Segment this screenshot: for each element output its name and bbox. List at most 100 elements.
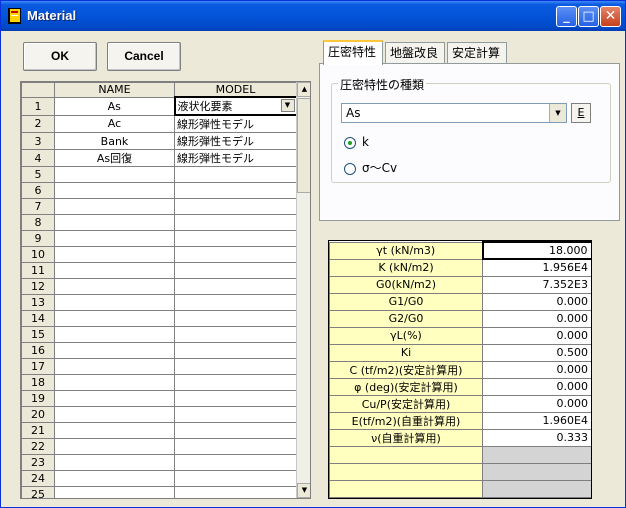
title-bar[interactable]: Material _ □ ✕ <box>1 1 625 31</box>
model-cell[interactable] <box>174 262 297 279</box>
model-cell[interactable] <box>174 278 297 295</box>
table-row[interactable]: 7 <box>21 198 297 215</box>
model-cell[interactable] <box>174 422 297 439</box>
row-number[interactable]: 11 <box>21 262 55 279</box>
model-cell[interactable] <box>174 374 297 391</box>
maximize-button[interactable]: □ <box>578 6 599 27</box>
table-row[interactable]: 24 <box>21 470 297 487</box>
table-row[interactable]: 22 <box>21 438 297 455</box>
row-number[interactable]: 15 <box>21 326 55 343</box>
model-cell[interactable] <box>174 438 297 455</box>
row-number[interactable]: 12 <box>21 278 55 295</box>
property-value[interactable] <box>482 462 591 481</box>
table-row[interactable]: 13 <box>21 294 297 311</box>
model-cell[interactable]: 線形弾性モデル <box>174 149 297 167</box>
scroll-thumb[interactable] <box>297 98 310 193</box>
table-row[interactable]: 5 <box>21 166 297 183</box>
row-number[interactable]: 25 <box>21 486 55 498</box>
table-row[interactable]: 25 <box>21 486 297 498</box>
model-cell[interactable] <box>174 198 297 215</box>
chevron-down-icon[interactable]: ▼ <box>280 99 295 112</box>
name-cell[interactable]: Bank <box>54 132 175 150</box>
model-cell[interactable] <box>174 182 297 199</box>
model-cell[interactable] <box>174 358 297 375</box>
radio-k[interactable]: k <box>344 135 369 151</box>
model-cell[interactable] <box>174 230 297 247</box>
name-cell[interactable] <box>54 406 175 423</box>
model-cell[interactable]: 線形弾性モデル <box>174 132 297 150</box>
table-row[interactable]: 21 <box>21 422 297 439</box>
name-cell[interactable] <box>54 486 175 498</box>
property-value[interactable]: 0.000 <box>482 394 591 413</box>
model-cell[interactable] <box>174 342 297 359</box>
name-cell[interactable] <box>54 230 175 247</box>
property-value[interactable]: 7.352E3 <box>482 275 591 294</box>
name-cell[interactable] <box>54 390 175 407</box>
model-cell[interactable]: 線形弾性モデル <box>174 114 297 133</box>
row-number[interactable]: 23 <box>21 454 55 471</box>
name-cell[interactable] <box>54 358 175 375</box>
name-cell[interactable] <box>54 454 175 471</box>
name-cell[interactable] <box>54 438 175 455</box>
name-cell[interactable] <box>54 374 175 391</box>
property-value[interactable] <box>482 445 591 464</box>
model-cell[interactable] <box>174 326 297 343</box>
row-number[interactable]: 2 <box>21 114 55 133</box>
name-cell[interactable] <box>54 198 175 215</box>
model-cell[interactable]: 液状化要素 ▼ <box>173 96 298 116</box>
radio-sigma-cv[interactable]: σ～Cv <box>344 159 397 175</box>
row-number[interactable]: 24 <box>21 470 55 487</box>
table-row[interactable]: 11 <box>21 262 297 279</box>
row-number[interactable]: 7 <box>21 198 55 215</box>
name-cell[interactable]: As <box>54 96 175 116</box>
row-number[interactable]: 22 <box>21 438 55 455</box>
table-row[interactable]: 1 As 液状化要素 ▼ <box>21 96 298 116</box>
row-number[interactable]: 16 <box>21 342 55 359</box>
model-cell[interactable] <box>174 310 297 327</box>
table-row[interactable]: 18 <box>21 374 297 391</box>
tab-stability[interactable]: 安定計算 <box>447 42 507 64</box>
row-number[interactable]: 5 <box>21 166 55 183</box>
row-number[interactable]: 18 <box>21 374 55 391</box>
minimize-button[interactable]: _ <box>556 6 577 27</box>
row-number[interactable]: 19 <box>21 390 55 407</box>
property-value[interactable]: 0.000 <box>482 292 591 311</box>
scroll-down-arrow-icon[interactable]: ▼ <box>297 483 310 498</box>
property-value[interactable]: 0.333 <box>482 428 591 447</box>
column-header-model[interactable]: MODEL <box>174 82 297 98</box>
table-row[interactable]: 23 <box>21 454 297 471</box>
model-cell[interactable] <box>174 406 297 423</box>
name-cell[interactable]: Ac <box>54 114 175 133</box>
name-cell[interactable] <box>54 182 175 199</box>
name-cell[interactable] <box>54 246 175 263</box>
material-grid[interactable]: NAME MODEL 1 As 液状化要素 ▼ 2 Ac 線形弾性モデル 3 Bank 線形弾性モ… <box>20 81 311 499</box>
table-row[interactable]: 17 <box>21 358 297 375</box>
table-row[interactable]: 4 As回復 線形弾性モデル <box>21 149 297 167</box>
row-number[interactable]: 14 <box>21 310 55 327</box>
name-cell[interactable] <box>54 278 175 295</box>
property-value[interactable]: 0.000 <box>482 309 591 328</box>
column-header-name[interactable]: NAME <box>54 82 175 98</box>
table-row[interactable]: 14 <box>21 310 297 327</box>
table-row[interactable]: 20 <box>21 406 297 423</box>
name-cell[interactable] <box>54 214 175 231</box>
property-table[interactable]: γt (kN/m3) 18.000 K (kN/m2) 1.956E4 G0(kN/m2… <box>328 240 592 499</box>
tab-consolidation[interactable]: 圧密特性 <box>323 40 383 65</box>
model-cell[interactable] <box>174 486 297 498</box>
chevron-down-icon[interactable]: ▼ <box>549 104 566 122</box>
name-cell[interactable] <box>54 326 175 343</box>
consolidation-material-select[interactable]: As ▼ <box>341 103 567 123</box>
property-value[interactable]: 0.000 <box>482 360 591 379</box>
name-cell[interactable]: As回復 <box>54 149 175 167</box>
row-number[interactable]: 8 <box>21 214 55 231</box>
model-cell[interactable] <box>174 294 297 311</box>
property-value[interactable]: 1.960E4 <box>482 411 591 430</box>
row-number[interactable]: 17 <box>21 358 55 375</box>
property-value[interactable]: 0.500 <box>482 343 591 362</box>
property-value[interactable]: 0.000 <box>482 326 591 345</box>
row-number[interactable]: 20 <box>21 406 55 423</box>
name-cell[interactable] <box>54 470 175 487</box>
table-row[interactable]: 8 <box>21 214 297 231</box>
row-number[interactable]: 3 <box>21 132 55 150</box>
name-cell[interactable] <box>54 294 175 311</box>
